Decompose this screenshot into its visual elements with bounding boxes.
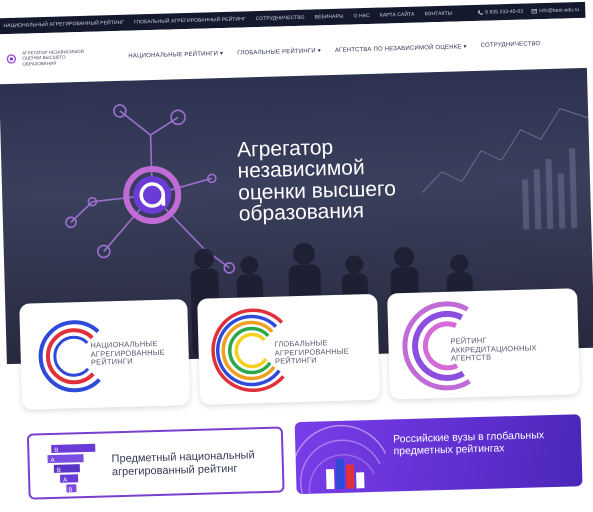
- main-nav: Национальные рейтинги ▾ Глобальные рейти…: [128, 41, 540, 60]
- top-link-cooperation[interactable]: Сотрудничество: [256, 15, 305, 22]
- top-link-national-rating[interactable]: Национальный агрегированный рейтинг: [3, 20, 124, 29]
- card-accreditation-agencies[interactable]: Рейтинг аккредитационных агентств: [387, 288, 580, 400]
- chevron-down-icon: ▾: [463, 43, 467, 50]
- level-label: A: [51, 458, 55, 464]
- email-link[interactable]: info@best-edu.ru: [531, 7, 579, 14]
- top-contacts: 8 835 233-45-03 info@best-edu.ru: [477, 7, 579, 16]
- top-link-global-rating[interactable]: Глобальный агрегированный рейтинг: [134, 16, 246, 25]
- phone-icon: [477, 10, 483, 15]
- top-link-sitemap[interactable]: Карта сайта: [380, 12, 415, 19]
- russian-flag-bars-icon: [325, 458, 365, 490]
- card-label-line: рейтинги: [274, 355, 317, 366]
- nav-agencies[interactable]: Агентства по независимой оценке ▾: [335, 43, 467, 54]
- card-label-line: агентств: [450, 352, 492, 364]
- card-global-ratings[interactable]: Глобальные агрегированные рейтинги: [197, 293, 381, 405]
- level-label: B: [54, 448, 58, 454]
- card-label: Национальные агрегированные рейтинги: [90, 339, 165, 368]
- subject-national-rating-banner[interactable]: B A B A B Предметный национальный агреги…: [26, 426, 285, 500]
- nav-label: Агентства по независимой оценке: [334, 43, 462, 54]
- nav-national-ratings[interactable]: Национальные рейтинги ▾: [128, 50, 223, 60]
- top-link-webinars[interactable]: Вебинары: [314, 14, 343, 21]
- nav-global-ratings[interactable]: Глобальные рейтинги ▾: [237, 47, 321, 56]
- level-label: A: [63, 478, 67, 484]
- subject-national-rating-text: Предметный национальный агрегированный р…: [111, 449, 255, 478]
- russian-universities-text: Российские вузы в глобальных предметных …: [392, 429, 545, 458]
- level-label: B: [57, 468, 61, 474]
- card-label: Глобальные агрегированные рейтинги: [274, 338, 349, 367]
- top-link-about[interactable]: О нас: [354, 13, 370, 19]
- chevron-down-icon: ▾: [219, 50, 224, 57]
- site-screenshot: Национальный агрегированный рейтинг Глоб…: [0, 0, 593, 512]
- top-link-contacts[interactable]: Контакты: [424, 11, 452, 18]
- email-address: info@best-edu.ru: [539, 7, 580, 15]
- nav-cooperation[interactable]: Сотрудничество: [481, 41, 541, 50]
- card-label-line: рейтинги: [90, 356, 133, 368]
- site-logo[interactable]: Агрегатор независимой оценки высшего обр…: [6, 48, 116, 67]
- level-chart-labels: B A B A B: [51, 448, 73, 493]
- card-national-ratings[interactable]: Национальные агрегированные рейтинги: [19, 299, 191, 410]
- mail-icon: [531, 9, 537, 14]
- chevron-down-icon: ▾: [317, 47, 321, 54]
- phone-number: 8 835 233-45-03: [484, 8, 524, 16]
- hero-title: Агрегатор независимой оценки высшего обр…: [237, 133, 489, 226]
- logo-mark-icon: [6, 54, 17, 64]
- page: Национальный агрегированный рейтинг Глоб…: [0, 0, 593, 512]
- nav-label: Глобальные рейтинги: [237, 47, 316, 57]
- logo-text: Агрегатор независимой оценки высшего обр…: [22, 49, 84, 67]
- phone-link[interactable]: 8 835 233-45-03: [477, 9, 523, 16]
- russian-universities-banner[interactable]: Российские вузы в глобальных предметных …: [294, 414, 583, 495]
- card-label: Рейтинг аккредитационных агентств: [450, 335, 537, 363]
- nav-label: Национальные рейтинги: [128, 50, 219, 60]
- level-label: B: [68, 487, 72, 493]
